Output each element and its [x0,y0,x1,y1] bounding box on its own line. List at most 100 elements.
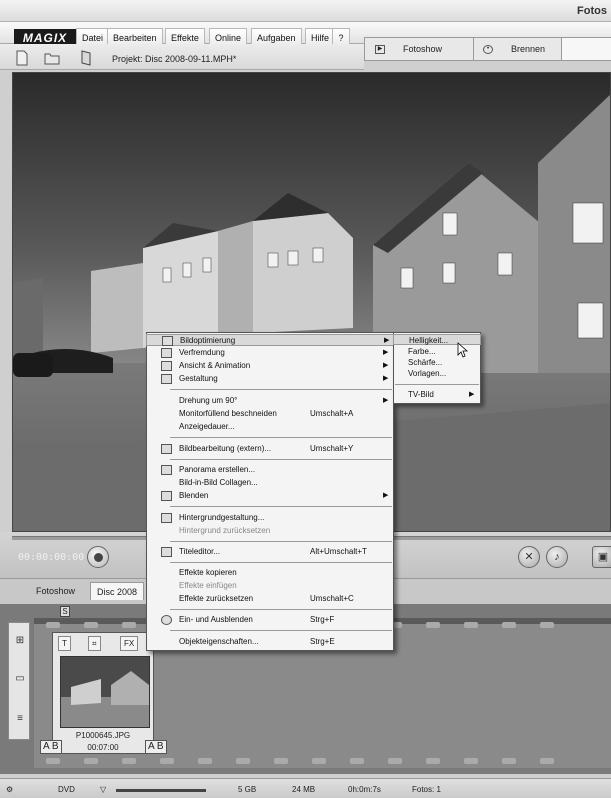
tab-fotoshow[interactable]: Fotoshow [30,582,81,600]
tab-filler [561,38,611,60]
tab-disc[interactable]: Disc 2008 [90,582,145,600]
crop-icon[interactable]: ⌗ [88,636,101,651]
menu-separator [170,630,392,631]
menu-item-monitorfuellend[interactable]: Monitorfüllend beschneiden Umschalt+A [146,408,394,420]
submenu-arrow-icon: ▶ [383,375,389,382]
disc-type[interactable]: DVD [58,785,75,794]
segment-marker[interactable]: S [60,606,70,617]
submenu-item-tv-bild[interactable]: TV-Bild ▶ [393,389,481,400]
menu-separator [170,459,392,460]
animation-icon [161,361,172,371]
submenu-item-vorlagen[interactable]: Vorlagen... [393,368,481,379]
menu-item-objekteigenschaften[interactable]: Objekteigenschaften... Strg+E [146,636,394,648]
menu-item-gestaltung[interactable]: Gestaltung ▶ [146,373,394,385]
menu-item-ansicht-animation[interactable]: Ansicht & Animation ▶ [146,360,394,372]
menu-separator [170,562,392,563]
panorama-icon [161,465,172,475]
film-holes-bottom [34,756,611,766]
capacity-bar [116,789,206,792]
play-icon: ▶ [375,45,385,55]
mode-tab-fotoshow[interactable]: ▶ Fotoshow [375,38,442,60]
transition-out-button[interactable]: A B [145,740,167,754]
submenu-arrow-icon: ▶ [383,349,389,356]
clip-duration: 00:07:00 [87,743,119,752]
menu-separator [170,437,392,438]
menu-item-hintergrund-zuruecksetzen: Hintergrund zurücksetzen [179,526,271,535]
menu-item-collagen[interactable]: Bild-in-Bild Collagen... [146,477,394,489]
mode-tab-label: Fotoshow [403,44,443,54]
total-duration: 0h:0m:7s [348,785,381,794]
title-icon[interactable]: T [58,636,71,651]
fx-icon[interactable]: FX [120,636,139,651]
clip-filename: P1000645.JPG [75,731,131,740]
window-title: Fotos [577,5,607,17]
menu-item-bildbearbeitung[interactable]: Bildbearbeitung (extern)... Umschalt+Y [146,443,394,455]
mode-tab-brennen[interactable]: • Brennen [483,38,545,60]
mode-tabs: ▶ Fotoshow • Brennen [364,37,611,61]
submenu-arrow-icon: ▶ [383,397,389,404]
menu-item-effekte-zuruecksetzen[interactable]: Effekte zurücksetzen Umschalt+C [146,593,394,605]
transition-in-button[interactable]: A B [40,740,62,754]
menu-item-anzeigedauer[interactable]: Anzeigedauer... [146,421,394,433]
shortcut-label: Strg+E [310,637,335,646]
time-display: 00:00:00:00 [18,552,85,563]
view-switcher: ⊞ ▭ ≡ [8,622,30,740]
submenu-arrow-icon: ▶ [384,337,390,344]
fullscreen-button[interactable]: ▣ [592,546,611,568]
submenu-arrow-icon: ▶ [383,362,389,369]
menu-item-titeleditor[interactable]: Titeleditor... Alt+Umschalt+T [146,546,394,558]
shortcut-label: Umschalt+Y [310,444,354,453]
optimize-icon [162,336,173,346]
menu-separator [170,389,392,390]
timeline-view-icon[interactable]: ≡ [13,713,27,725]
shortcut-label: Umschalt+C [310,594,354,603]
used-space: 24 MB [292,785,316,794]
single-view-icon[interactable]: ▭ [13,673,27,685]
background-icon [161,513,172,523]
edit-external-icon [161,444,172,454]
tab-divider [473,38,474,60]
fade-icon [161,615,172,625]
disc-capacity: 5 GB [238,785,257,794]
save-icon[interactable] [78,50,94,66]
menu-item-verfremdung[interactable]: Verfremdung ▶ [146,347,394,359]
menu-separator [170,506,392,507]
record-icon [94,553,103,562]
menu-item-hintergrundgestaltung[interactable]: Hintergrundgestaltung... [146,512,394,524]
clip-thumbnail [60,656,150,728]
design-icon [161,374,172,384]
submenu-arrow-icon: ▶ [469,391,475,398]
speaker-button[interactable]: ♪ [546,546,568,568]
photo-count: Fotos: 1 [412,785,441,794]
chevron-down-icon[interactable]: ▽ [100,785,106,794]
menu-separator [170,609,392,610]
menu-item-ein-ausblenden[interactable]: Ein- und Ausblenden Strg+F [146,614,394,626]
title-editor-icon [161,547,172,557]
storyboard-view-icon[interactable]: ⊞ [13,635,27,647]
menu-item-panorama[interactable]: Panorama erstellen... [146,464,394,476]
menu-item-effekte-einfuegen: Effekte einfügen [179,581,237,590]
new-project-icon[interactable] [14,50,30,66]
menu-item-effekte-kopieren[interactable]: Effekte kopieren [146,567,394,579]
settings-icon[interactable]: ⚙ [6,785,13,794]
menu-item-drehung[interactable]: Drehung um 90° ▶ [146,395,394,407]
blend-icon [161,491,172,501]
submenu-arrow-icon: ▶ [383,492,389,499]
shortcut-label: Strg+F [310,615,335,624]
project-label: Projekt: Disc 2008-09-11.MPH* [112,54,237,64]
menu-item-bildoptimierung[interactable]: Bildoptimierung ▶ [146,334,394,346]
mode-tab-label: Brennen [511,44,546,54]
alienate-icon [161,348,172,358]
mute-button[interactable]: ✕ [518,546,540,568]
submenu-item-schaerfe[interactable]: Schärfe... [393,357,481,368]
shortcut-label: Alt+Umschalt+T [310,547,367,556]
menu-item-blenden[interactable]: Blenden ▶ [146,490,394,502]
menu-separator [395,384,479,385]
record-button[interactable] [87,546,109,568]
mouse-cursor-icon [457,342,469,358]
menu-separator [170,541,392,542]
title-bar: Fotos [0,0,611,22]
burn-icon: • [483,45,493,55]
open-folder-icon[interactable] [44,50,60,66]
shortcut-label: Umschalt+A [310,409,354,418]
